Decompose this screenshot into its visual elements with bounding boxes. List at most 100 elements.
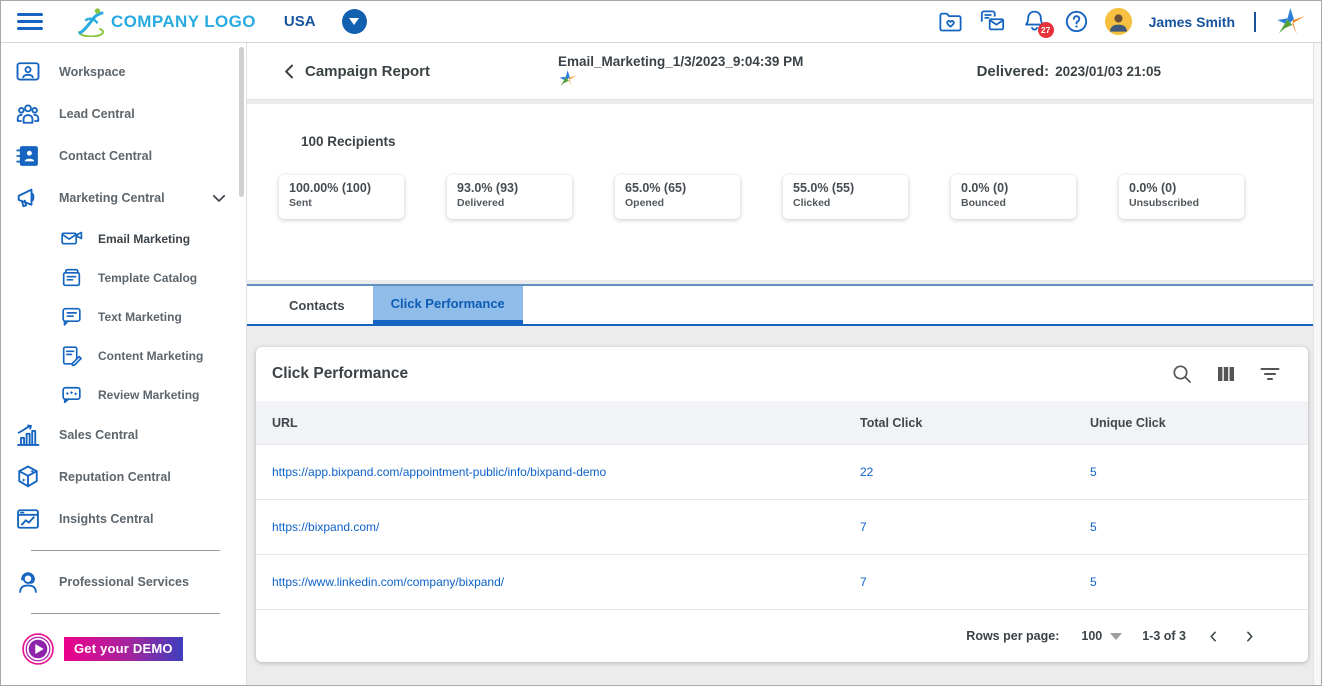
content-area: Workspace Lead Central (1, 43, 1321, 685)
stat-card-sent[interactable]: 100.00% (100) Sent (279, 175, 404, 219)
content-marketing-icon (59, 343, 85, 369)
stat-card-unsubscribed[interactable]: 0.0% (0) Unsubscribed (1119, 175, 1244, 219)
vertical-scrollbar[interactable] (1313, 43, 1321, 685)
sidebar-item-label: Professional Services (59, 575, 189, 589)
sidebar-scrollbar[interactable] (239, 47, 244, 197)
campaign-title-block: Email_Marketing_1/3/2023_9:04:39 PM (558, 54, 803, 89)
pagination-bar: Rows per page: 100 1-3 of 3 (256, 609, 1308, 662)
row-total-click[interactable]: 22 (860, 465, 1090, 479)
tab-click-performance[interactable]: Click Performance (373, 286, 523, 324)
sidebar-item-sales-central[interactable]: Sales Central (1, 414, 246, 456)
row-total-click[interactable]: 7 (860, 575, 1090, 589)
next-page-button[interactable] (1236, 623, 1262, 649)
sidebar-subitem-label: Review Marketing (98, 388, 199, 402)
row-url-link[interactable]: https://bixpand.com/ (272, 520, 379, 534)
region-label: USA (284, 13, 316, 30)
demo-row: Get your DEMO (1, 624, 246, 666)
sidebar-item-label: Marketing Central (59, 191, 165, 205)
hamburger-menu-icon[interactable] (17, 13, 43, 30)
columns-button[interactable] (1214, 362, 1238, 386)
rows-per-page-select[interactable]: 100 (1081, 629, 1122, 643)
sidebar-item-label: Insights Central (59, 512, 153, 526)
table-row[interactable]: https://www.linkedin.com/company/bixpand… (256, 554, 1308, 609)
sidebar-subitem-template-catalog[interactable]: Template Catalog (1, 258, 246, 297)
user-name[interactable]: James Smith (1149, 14, 1235, 30)
text-marketing-icon (59, 304, 85, 330)
delivered-value: 2023/01/03 21:05 (1055, 64, 1161, 79)
stat-card-clicked[interactable]: 55.0% (55) Clicked (783, 175, 908, 219)
notifications-button[interactable]: 27 (1021, 8, 1048, 35)
campaign-title: Email_Marketing_1/3/2023_9:04:39 PM (558, 54, 803, 69)
company-logo[interactable]: COMPANY LOGO (73, 7, 256, 37)
stat-label: Opened (625, 197, 730, 209)
stat-label: Bounced (961, 197, 1066, 209)
insights-central-icon (13, 504, 43, 534)
rows-per-page-value: 100 (1081, 629, 1102, 643)
sidebar-subitem-content-marketing[interactable]: Content Marketing (1, 336, 246, 375)
sidebar-divider (31, 613, 220, 614)
notification-badge: 27 (1038, 22, 1054, 38)
column-header-unique-click[interactable]: Unique Click (1090, 416, 1308, 430)
messages-button[interactable] (979, 8, 1006, 35)
sidebar-item-lead-central[interactable]: Lead Central (1, 93, 246, 135)
sidebar-item-label: Sales Central (59, 428, 138, 442)
stat-label: Unsubscribed (1129, 197, 1234, 209)
stat-value: 55.0% (55) (793, 181, 898, 195)
search-button[interactable] (1170, 362, 1194, 386)
row-url-link[interactable]: https://www.linkedin.com/company/bixpand… (272, 575, 504, 589)
contact-central-icon (13, 141, 43, 171)
filter-button[interactable] (1258, 362, 1282, 386)
row-url-link[interactable]: https://app.bixpand.com/appointment-publ… (272, 465, 606, 479)
topbar: COMPANY LOGO USA (1, 1, 1321, 43)
sidebar-item-marketing-central[interactable]: Marketing Central (1, 177, 246, 219)
row-total-click[interactable]: 7 (860, 520, 1090, 534)
back-button[interactable]: Campaign Report (281, 63, 430, 80)
chevron-down-icon[interactable] (210, 189, 228, 207)
sidebar-item-contact-central[interactable]: Contact Central (1, 135, 246, 177)
favorites-folder-button[interactable] (937, 8, 964, 35)
sidebar-subitem-review-marketing[interactable]: Review Marketing (1, 375, 246, 414)
help-icon (1063, 8, 1090, 35)
get-demo-button[interactable]: Get your DEMO (64, 637, 183, 661)
bix-star-logo-icon[interactable] (1275, 6, 1307, 38)
row-unique-click[interactable]: 5 (1090, 465, 1308, 479)
previous-page-button[interactable] (1200, 623, 1226, 649)
sidebar-subitem-label: Text Marketing (98, 310, 182, 324)
stat-value: 0.0% (0) (961, 181, 1066, 195)
stat-value: 0.0% (0) (1129, 181, 1234, 195)
stats-row: 100.00% (100) Sent 93.0% (93) Delivered … (279, 175, 1321, 219)
stat-card-opened[interactable]: 65.0% (65) Opened (615, 175, 740, 219)
sidebar-item-professional-services[interactable]: Professional Services (1, 561, 246, 603)
topbar-divider (1254, 12, 1256, 32)
avatar[interactable] (1105, 8, 1132, 35)
row-unique-click[interactable]: 5 (1090, 520, 1308, 534)
click-performance-header: Click Performance (256, 347, 1308, 401)
marketing-central-icon (13, 183, 43, 213)
favorites-folder-icon (937, 8, 964, 35)
sidebar-subitem-email-marketing[interactable]: Email Marketing (1, 219, 246, 258)
stat-card-delivered[interactable]: 93.0% (93) Delivered (447, 175, 572, 219)
sidebar-divider (31, 550, 220, 551)
chevron-left-icon (1207, 630, 1220, 643)
column-header-total-click[interactable]: Total Click (860, 416, 1090, 430)
column-header-url[interactable]: URL (256, 416, 860, 430)
sidebar: Workspace Lead Central (1, 43, 247, 685)
help-button[interactable] (1063, 8, 1090, 35)
region-dropdown-button[interactable] (342, 9, 367, 34)
demo-play-icon[interactable] (21, 632, 55, 666)
table-row[interactable]: https://app.bixpand.com/appointment-publ… (256, 444, 1308, 499)
sidebar-item-reputation-central[interactable]: Reputation Central (1, 456, 246, 498)
table-row[interactable]: https://bixpand.com/ 7 5 (256, 499, 1308, 554)
sales-central-icon (13, 420, 43, 450)
row-unique-click[interactable]: 5 (1090, 575, 1308, 589)
sidebar-subitem-text-marketing[interactable]: Text Marketing (1, 297, 246, 336)
sidebar-item-workspace[interactable]: Workspace (1, 51, 246, 93)
table-tools (1170, 362, 1282, 386)
stat-label: Sent (289, 197, 394, 209)
sidebar-item-label: Reputation Central (59, 470, 171, 484)
sidebar-item-label: Lead Central (59, 107, 135, 121)
sidebar-item-insights-central[interactable]: Insights Central (1, 498, 246, 540)
tab-contacts[interactable]: Contacts (261, 286, 373, 324)
avatar-image (1105, 8, 1132, 35)
stat-card-bounced[interactable]: 0.0% (0) Bounced (951, 175, 1076, 219)
